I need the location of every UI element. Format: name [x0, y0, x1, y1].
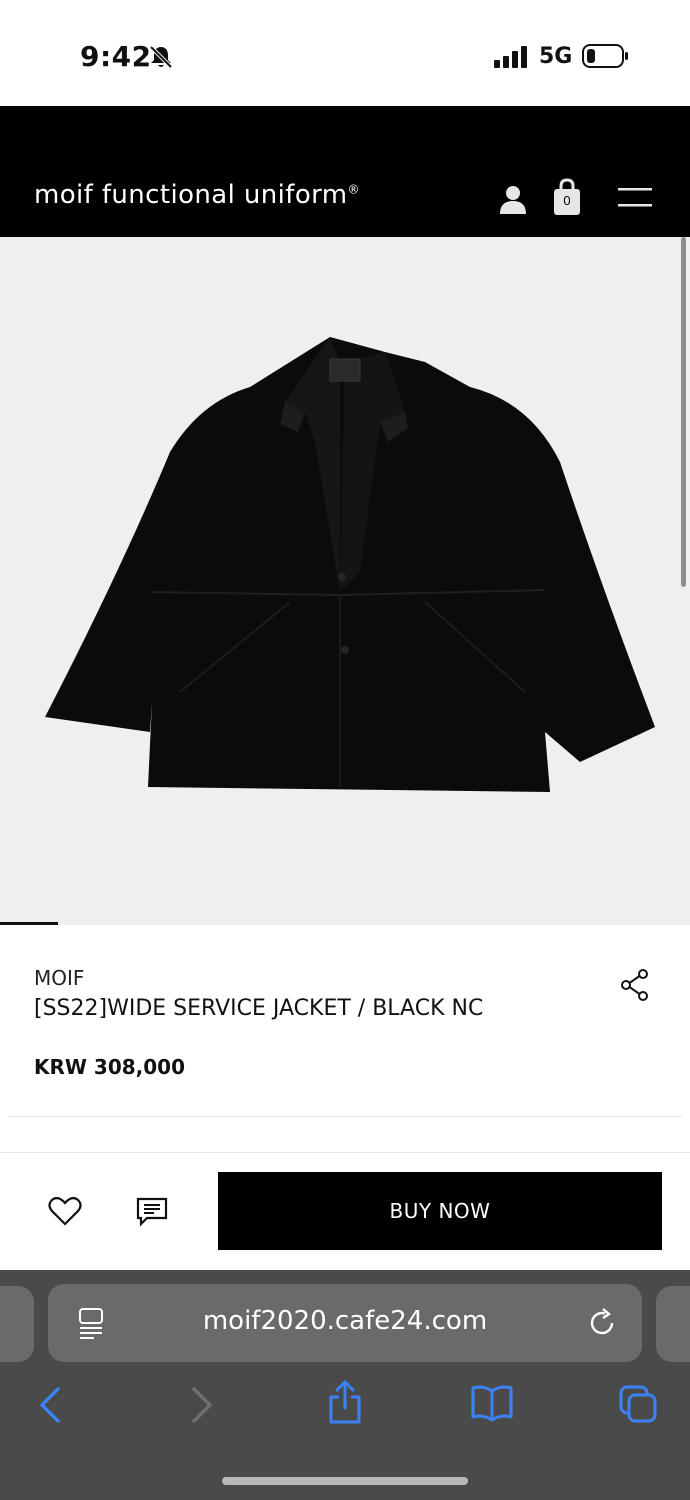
registered-mark: ® [347, 182, 360, 197]
divider [0, 1152, 690, 1153]
address-bar[interactable]: moif2020.cafe24.com [48, 1284, 642, 1362]
site-header: moif functional uniform® 0 [0, 106, 690, 237]
signal-icon [494, 46, 527, 68]
next-tab-peek[interactable] [656, 1286, 690, 1362]
user-icon[interactable] [498, 184, 528, 214]
tabs-icon[interactable] [618, 1384, 658, 1424]
product-brand: MOIF [34, 966, 85, 990]
product-image-gallery[interactable] [0, 237, 690, 925]
menu-icon[interactable] [618, 186, 652, 208]
brand-logo[interactable]: moif functional uniform® [34, 180, 360, 210]
network-label: 5G [539, 44, 573, 69]
battery-icon [582, 44, 628, 68]
product-price: KRW 308,000 [34, 1055, 186, 1079]
review-icon[interactable] [135, 1196, 169, 1228]
home-indicator [222, 1477, 468, 1485]
bell-slash-icon [149, 45, 173, 69]
heart-icon[interactable] [48, 1196, 82, 1226]
slide-indicator [0, 922, 58, 925]
previous-tab-peek[interactable] [0, 1286, 34, 1362]
share-icon[interactable] [620, 968, 650, 1002]
bookmarks-icon[interactable] [470, 1384, 514, 1422]
back-icon[interactable] [36, 1386, 66, 1424]
share-safari-icon[interactable] [328, 1380, 362, 1424]
divider [8, 1116, 682, 1117]
url-text: moif2020.cafe24.com [202, 1306, 488, 1336]
reload-icon[interactable] [588, 1308, 618, 1338]
product-title: [SS22]WIDE SERVICE JACKET / BLACK NC [34, 996, 484, 1021]
forward-icon[interactable] [186, 1386, 216, 1424]
status-time: 9:42 [80, 40, 152, 73]
status-bar: 9:42 5G [0, 0, 690, 106]
buy-now-button[interactable]: BUY NOW [218, 1172, 662, 1250]
product-image [45, 337, 655, 792]
cart-count: 0 [563, 193, 571, 208]
browser-toolbar: moif2020.cafe24.com [0, 1270, 690, 1500]
brand-name: moif functional uniform [34, 180, 348, 210]
scrollbar[interactable] [681, 237, 686, 587]
